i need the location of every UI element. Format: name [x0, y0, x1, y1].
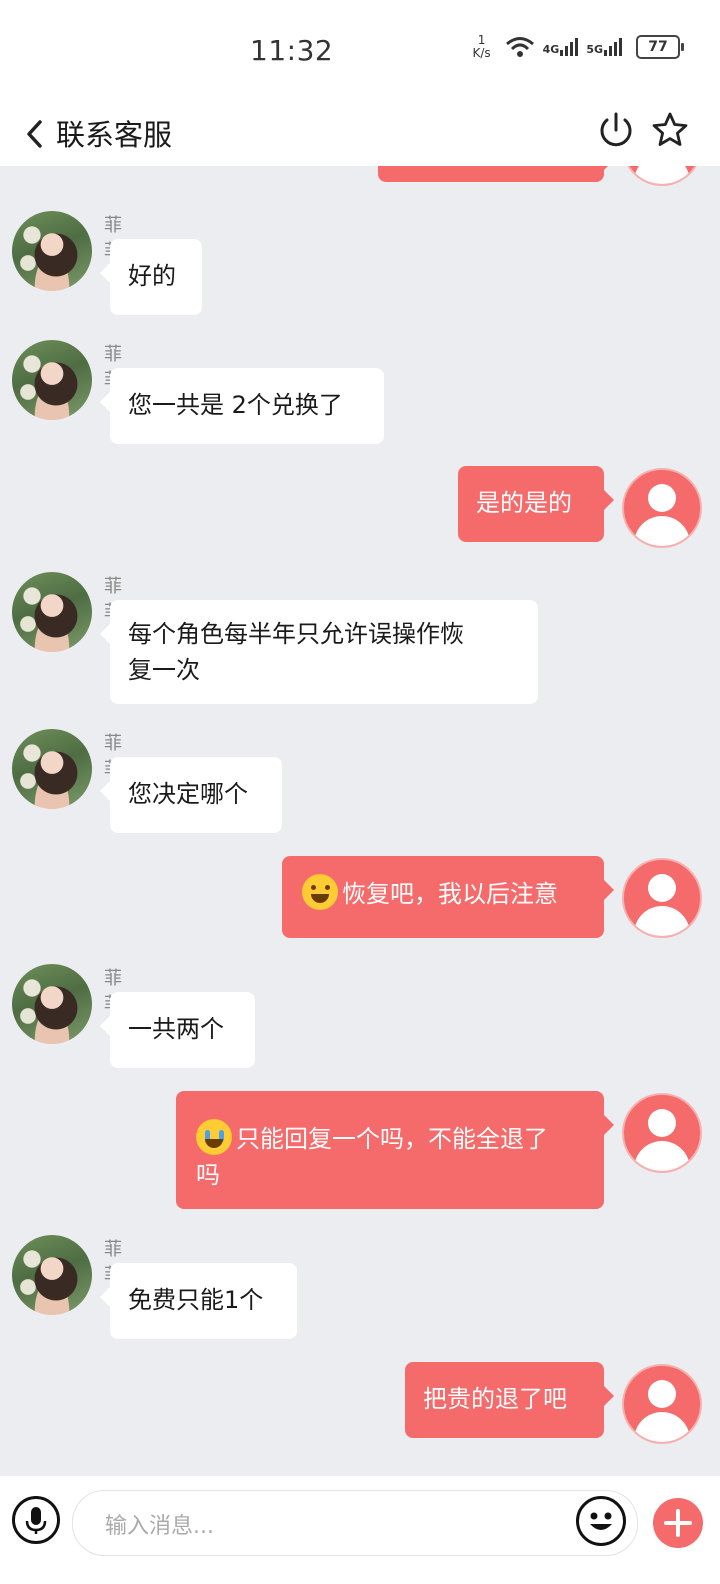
signal-5g-icon: 5G [586, 38, 622, 56]
agent-avatar[interactable] [12, 572, 92, 652]
user-avatar[interactable] [622, 468, 702, 548]
message-bubble[interactable]: 只能回复一个吗，不能全退了 吗 [176, 1091, 614, 1209]
emoji-smile-icon[interactable] [576, 1496, 626, 1546]
plus-icon[interactable] [653, 1498, 703, 1548]
page-title: 联系客服 [56, 118, 173, 152]
message-bubble[interactable]: 是的是的 [458, 466, 614, 542]
battery-icon: 77 [636, 35, 684, 59]
status-icons: 1 K/s 4G 5G 77 [472, 34, 684, 60]
message-input-placeholder: 输入消息... [105, 1514, 214, 1539]
chat-header: 联系客服 [0, 104, 720, 166]
back-chevron-icon[interactable] [20, 114, 50, 154]
message-text: 只能回复一个吗，不能全退了 [236, 1125, 548, 1153]
status-time: 11:32 [250, 34, 334, 67]
message-bubble[interactable]: 恢复吧，我以后注意 [282, 856, 614, 938]
signal-4g-icon: 4G [543, 38, 579, 56]
agent-avatar[interactable] [12, 340, 92, 420]
agent-avatar[interactable] [12, 729, 92, 809]
user-avatar[interactable] [622, 1364, 702, 1444]
user-avatar[interactable] [622, 858, 702, 938]
wifi-icon [505, 37, 534, 57]
message-list[interactable]: 菲菲 好的 菲菲 您一共是 2个兑换了 是的是的 菲菲 每个角色每半年只允许误操… [0, 166, 720, 1476]
message-bubble[interactable] [378, 166, 614, 182]
agent-avatar[interactable] [12, 964, 92, 1044]
crying-emoji-icon [196, 1119, 232, 1155]
message-bubble[interactable]: 您一共是 2个兑换了 [100, 368, 384, 444]
message-text: 恢复吧，我以后注意 [342, 880, 558, 908]
message-text-line: 每个角色每半年只允许误操作恢 [128, 620, 464, 648]
network-speed-unit: K/s [472, 46, 491, 60]
input-bar: 输入消息... [0, 1476, 720, 1584]
message-input[interactable]: 输入消息... [72, 1490, 638, 1556]
message-text-line: 只能回复一个吗，不能全退了 [196, 1119, 586, 1157]
user-avatar[interactable] [622, 166, 702, 186]
message-bubble[interactable]: 您决定哪个 [100, 757, 282, 833]
signal-4g-label: 4G [542, 43, 560, 56]
message-bubble[interactable]: 把贵的退了吧 [405, 1362, 614, 1438]
message-bubble[interactable]: 一共两个 [100, 992, 255, 1068]
message-bubble[interactable]: 每个角色每半年只允许误操作恢 复一次 [100, 600, 538, 704]
power-icon[interactable] [596, 108, 636, 152]
message-text-line: 复一次 [128, 656, 200, 684]
message-bubble[interactable]: 免费只能1个 [100, 1263, 297, 1339]
status-bar: 11:32 1 K/s 4G 5G 77 [0, 0, 720, 104]
star-icon[interactable] [650, 110, 690, 150]
message-bubble[interactable]: 好的 [100, 239, 202, 315]
agent-avatar[interactable] [12, 211, 92, 291]
signal-5g-label: 5G [586, 43, 603, 56]
user-avatar[interactable] [622, 1093, 702, 1173]
message-text-line: 吗 [196, 1161, 220, 1189]
rofl-emoji-icon [302, 874, 338, 910]
microphone-icon[interactable] [12, 1496, 60, 1544]
agent-avatar[interactable] [12, 1235, 92, 1315]
network-speed: 1 K/s [472, 34, 490, 60]
